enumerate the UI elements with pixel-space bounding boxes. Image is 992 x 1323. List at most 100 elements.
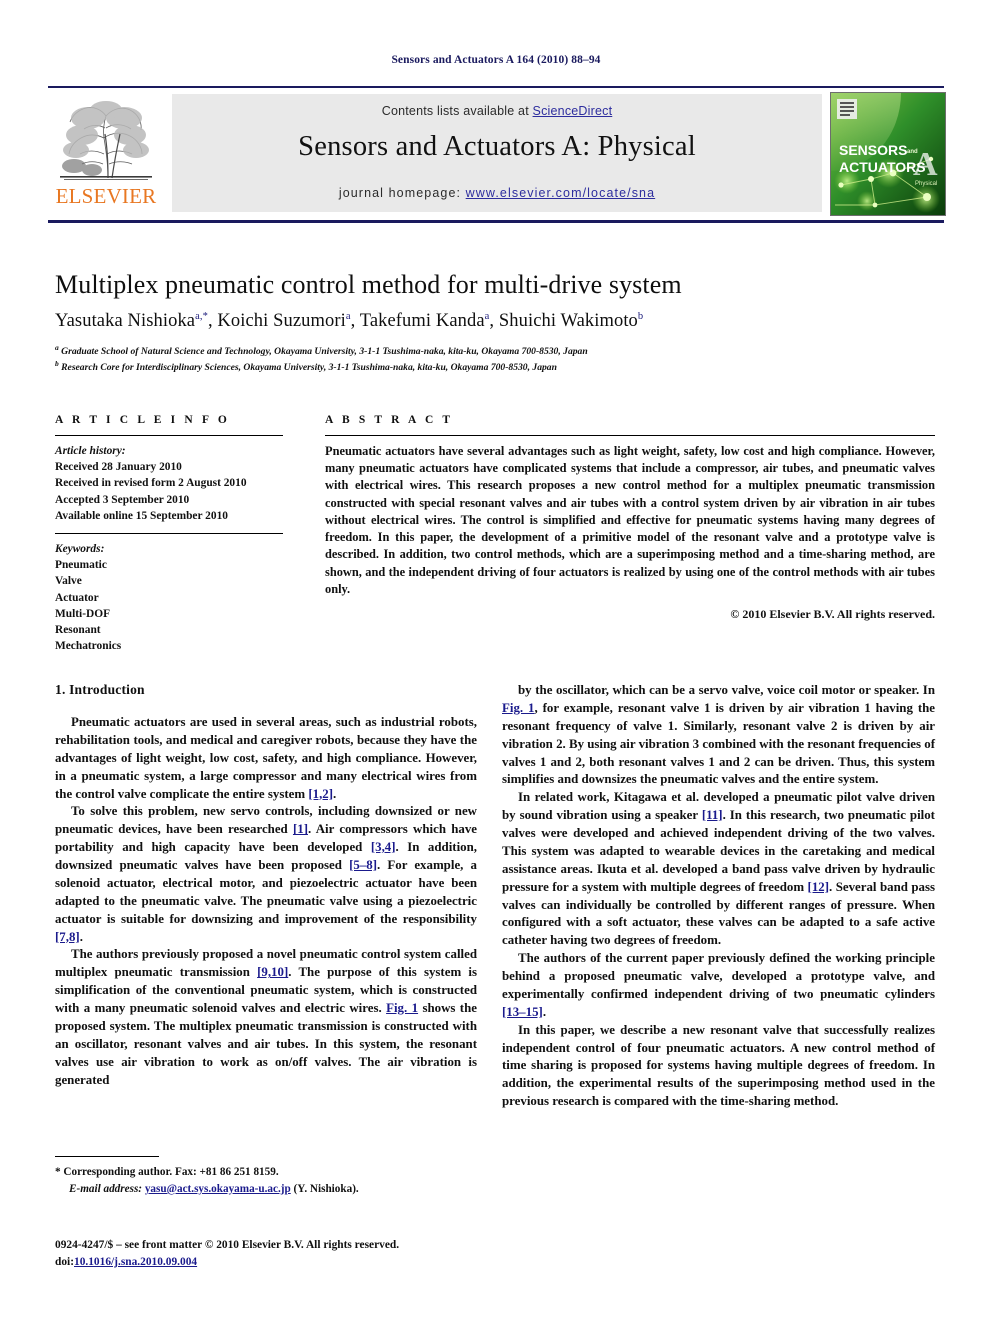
body-paragraph: by the oscillator, which can be a servo …	[502, 683, 936, 787]
masthead-center-band: Contents lists available at ScienceDirec…	[172, 94, 822, 212]
title-block: Multiplex pneumatic control method for m…	[55, 270, 935, 375]
author-name: Koichi Suzumori	[217, 310, 346, 331]
journal-cover-thumbnail: SENSORS and ACTUATORS A Physical	[830, 92, 946, 216]
masthead-top-rule	[48, 86, 944, 88]
sciencedirect-link[interactable]: ScienceDirect	[533, 104, 613, 118]
body-paragraph: In related work, Kitagawa et al. develop…	[502, 790, 936, 948]
author-entry: Koichi Suzumoria	[217, 311, 350, 331]
citation-link[interactable]: [3,4]	[371, 840, 396, 854]
article-history-item: Received 28 January 2010	[55, 461, 182, 474]
body-paragraph: To solve this problem, new servo control…	[55, 804, 477, 944]
body-paragraph: Pneumatic actuators are used in several …	[55, 715, 477, 801]
body-column-left: 1. Introduction Pneumatic actuators are …	[55, 682, 477, 1089]
author-affil-mark: a,*	[195, 310, 208, 322]
author-affil-mark: b	[637, 310, 644, 322]
abstract-text: Pneumatic actuators have several advanta…	[325, 444, 935, 596]
author-separator: ,	[350, 310, 360, 331]
author-list: Yasutaka Nishiokaa,*, Koichi Suzumoria, …	[55, 311, 935, 332]
affiliation-mark: a	[55, 342, 59, 352]
keyword-item: Resonant	[55, 623, 101, 636]
footnote-text: * Corresponding author. Fax: +81 86 251 …	[55, 1164, 485, 1198]
paper-page: Sensors and Actuators A 164 (2010) 88–94	[0, 0, 992, 1323]
citation-link[interactable]: [1]	[293, 822, 308, 836]
author-separator: ,	[489, 310, 499, 331]
email-suffix: (Y. Nishioka).	[293, 1182, 359, 1195]
elsevier-tree-icon	[54, 94, 158, 182]
corresponding-author-footnote: * Corresponding author. Fax: +81 86 251 …	[55, 1156, 485, 1198]
citation-link[interactable]: [11]	[702, 808, 723, 822]
affiliation-item: b Research Core for Interdisciplinary Sc…	[55, 359, 935, 375]
contents-prefix: Contents lists available at	[381, 104, 533, 118]
author-entry: Yasutaka Nishiokaa,*	[55, 311, 208, 331]
author-entry: Takefumi Kandaa	[360, 311, 490, 331]
keyword-item: Valve	[55, 575, 82, 588]
email-link[interactable]: yasu@act.sys.okayama-u.ac.jp	[145, 1183, 291, 1195]
homepage-prefix: journal homepage:	[338, 186, 462, 200]
journal-homepage-link[interactable]: www.elsevier.com/locate/sna	[466, 186, 656, 200]
elsevier-wordmark: ELSEVIER	[55, 184, 157, 208]
journal-homepage-line: journal homepage: www.elsevier.com/locat…	[172, 186, 822, 200]
contents-available-line: Contents lists available at ScienceDirec…	[172, 104, 822, 118]
article-info-divider	[55, 435, 283, 436]
author-separator: ,	[207, 310, 218, 331]
body-paragraph: The authors previously proposed a novel …	[55, 947, 477, 1087]
abstract-heading: A B S T R A C T	[325, 414, 454, 426]
article-history-label: Article history:	[55, 445, 126, 457]
doi-link[interactable]: 10.1016/j.sna.2010.09.004	[74, 1256, 197, 1268]
citation-link[interactable]: [12]	[808, 880, 829, 894]
article-history-item: Available online 15 September 2010	[55, 509, 228, 522]
keyword-item: Actuator	[55, 591, 99, 604]
abstract-divider	[325, 435, 935, 436]
author-entry: Shuichi Wakimotob	[499, 311, 643, 331]
affiliation-text: Graduate School of Natural Science and T…	[61, 345, 588, 357]
citation-link[interactable]: [13–15]	[502, 1005, 543, 1019]
affiliation-item: a Graduate School of Natural Science and…	[55, 343, 935, 359]
citation-link[interactable]: [1,2]	[308, 787, 333, 801]
issn-copyright-line: 0924-4247/$ – see front matter © 2010 El…	[55, 1239, 400, 1251]
affiliation-list: a Graduate School of Natural Science and…	[55, 343, 935, 375]
abstract-column: A B S T R A C T Pneumatic actuators have…	[325, 414, 935, 622]
doi-line: doi:10.1016/j.sna.2010.09.004	[55, 1254, 525, 1271]
author-name: Yasutaka Nishioka	[55, 310, 196, 331]
article-history-item: Received in revised form 2 August 2010	[55, 477, 247, 490]
keyword-item: Mechatronics	[55, 640, 122, 653]
citation-link[interactable]: Fig. 1	[386, 1001, 418, 1015]
body-column-right: by the oscillator, which can be a servo …	[502, 682, 935, 1111]
section-heading-introduction: 1. Introduction	[55, 682, 145, 697]
running-head: Sensors and Actuators A 164 (2010) 88–94	[391, 54, 601, 66]
body-paragraph: In this paper, we describe a new resonan…	[502, 1022, 935, 1109]
footnote-rule	[55, 1156, 159, 1157]
affiliation-text: Research Core for Interdisciplinary Scie…	[61, 362, 557, 374]
svg-text:Physical: Physical	[915, 181, 937, 187]
keyword-item: Multi-DOF	[55, 607, 111, 620]
article-info-heading: A R T I C L E I N F O	[55, 414, 230, 426]
elsevier-logo: ELSEVIER	[50, 94, 162, 212]
body-paragraph: The authors of the current paper previou…	[502, 951, 935, 1019]
author-name: Shuichi Wakimoto	[498, 310, 638, 331]
author-name: Takefumi Kanda	[359, 310, 485, 331]
masthead-bottom-rule	[48, 220, 944, 223]
email-line: E-mail address: yasu@act.sys.okayama-u.a…	[55, 1181, 485, 1198]
paper-title: Multiplex pneumatic control method for m…	[55, 270, 682, 299]
keywords-label: Keywords:	[55, 542, 105, 555]
affiliation-mark: b	[55, 358, 59, 368]
article-history-item: Accepted 3 September 2010	[55, 493, 190, 506]
abstract-copyright: © 2010 Elsevier B.V. All rights reserved…	[730, 607, 935, 622]
citation-link[interactable]: [9,10]	[257, 965, 288, 979]
citation-link[interactable]: [7,8]	[55, 930, 80, 944]
keyword-item: Pneumatic	[55, 559, 107, 572]
journal-masthead: ELSEVIER Contents lists available at Sci…	[48, 86, 946, 223]
citation-link[interactable]: Fig. 1	[502, 701, 535, 715]
svg-text:SENSORS: SENSORS	[839, 142, 907, 158]
svg-text:A: A	[913, 146, 938, 183]
imprint-block: 0924-4247/$ – see front matter © 2010 El…	[55, 1237, 525, 1271]
article-history-block: Article history: Received 28 January 201…	[55, 443, 283, 524]
email-label: E-mail address:	[69, 1182, 143, 1195]
corresponding-author-line: * Corresponding author. Fax: +81 86 251 …	[55, 1166, 279, 1178]
keywords-divider	[55, 532, 283, 534]
doi-label: doi:	[55, 1256, 74, 1269]
journal-title: Sensors and Actuators A: Physical	[298, 131, 696, 162]
article-info-column: A R T I C L E I N F O Article history: R…	[55, 414, 283, 654]
keywords-block: Keywords: Pneumatic Valve Actuator Multi…	[55, 541, 283, 654]
citation-link[interactable]: [5–8]	[349, 858, 377, 872]
